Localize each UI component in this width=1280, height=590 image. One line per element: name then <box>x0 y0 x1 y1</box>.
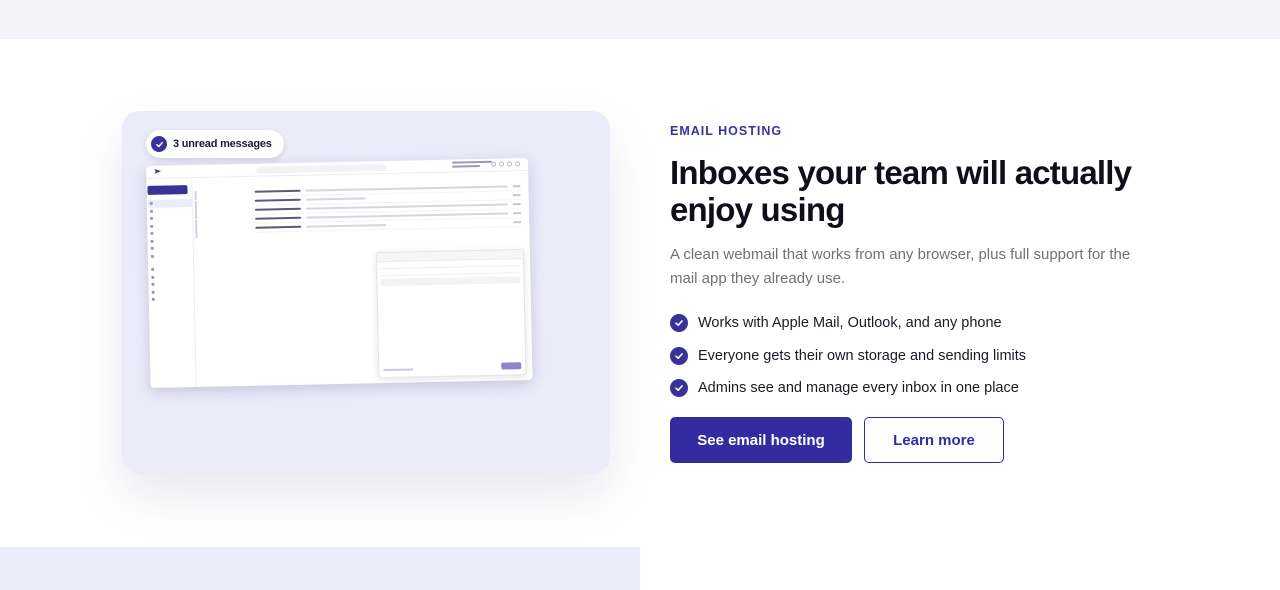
feature-item: Works with Apple Mail, Outlook, and any … <box>670 307 1026 340</box>
webmail-user-info <box>451 160 493 171</box>
webmail-send-button <box>501 362 522 370</box>
unread-messages-badge: 3 unread messages <box>146 130 284 158</box>
check-circle-icon <box>670 379 688 398</box>
bottom-section-band <box>0 547 640 590</box>
unread-messages-label: 3 unread messages <box>173 138 272 150</box>
learn-more-button[interactable]: Learn more <box>864 417 1004 463</box>
feature-text: Everyone gets their own storage and send… <box>698 347 1027 364</box>
section-headline: Inboxes your team will actually enjoy us… <box>670 154 1132 228</box>
webmail-message-list <box>254 182 522 233</box>
webmail-screenshot <box>146 158 533 388</box>
webmail-folder-nav <box>147 199 194 303</box>
section-eyebrow: EMAIL HOSTING <box>670 124 783 138</box>
check-circle-icon <box>670 314 688 333</box>
check-circle-icon <box>670 346 688 365</box>
webmail-compose-button <box>147 185 188 195</box>
see-email-hosting-button[interactable]: See email hosting <box>670 417 852 463</box>
feature-item: Admins see and manage every inbox in one… <box>670 372 1026 405</box>
feature-text: Admins see and manage every inbox in one… <box>698 380 1019 397</box>
webmail-search-bar <box>256 163 387 174</box>
webmail-label-list <box>194 189 248 239</box>
webmail-format-toolbar <box>380 276 521 287</box>
webmail-logo <box>154 169 161 174</box>
feature-text: Works with Apple Mail, Outlook, and any … <box>698 315 1002 332</box>
top-section-band <box>0 0 1280 39</box>
feature-item: Everyone gets their own storage and send… <box>670 340 1026 373</box>
feature-list: Works with Apple Mail, Outlook, and any … <box>670 307 1026 405</box>
webmail-compose-window <box>375 249 527 379</box>
webmail-toolbar-icons <box>490 161 521 167</box>
check-circle-icon <box>151 136 167 152</box>
section-description: A clean webmail that works from any brow… <box>670 246 1131 287</box>
